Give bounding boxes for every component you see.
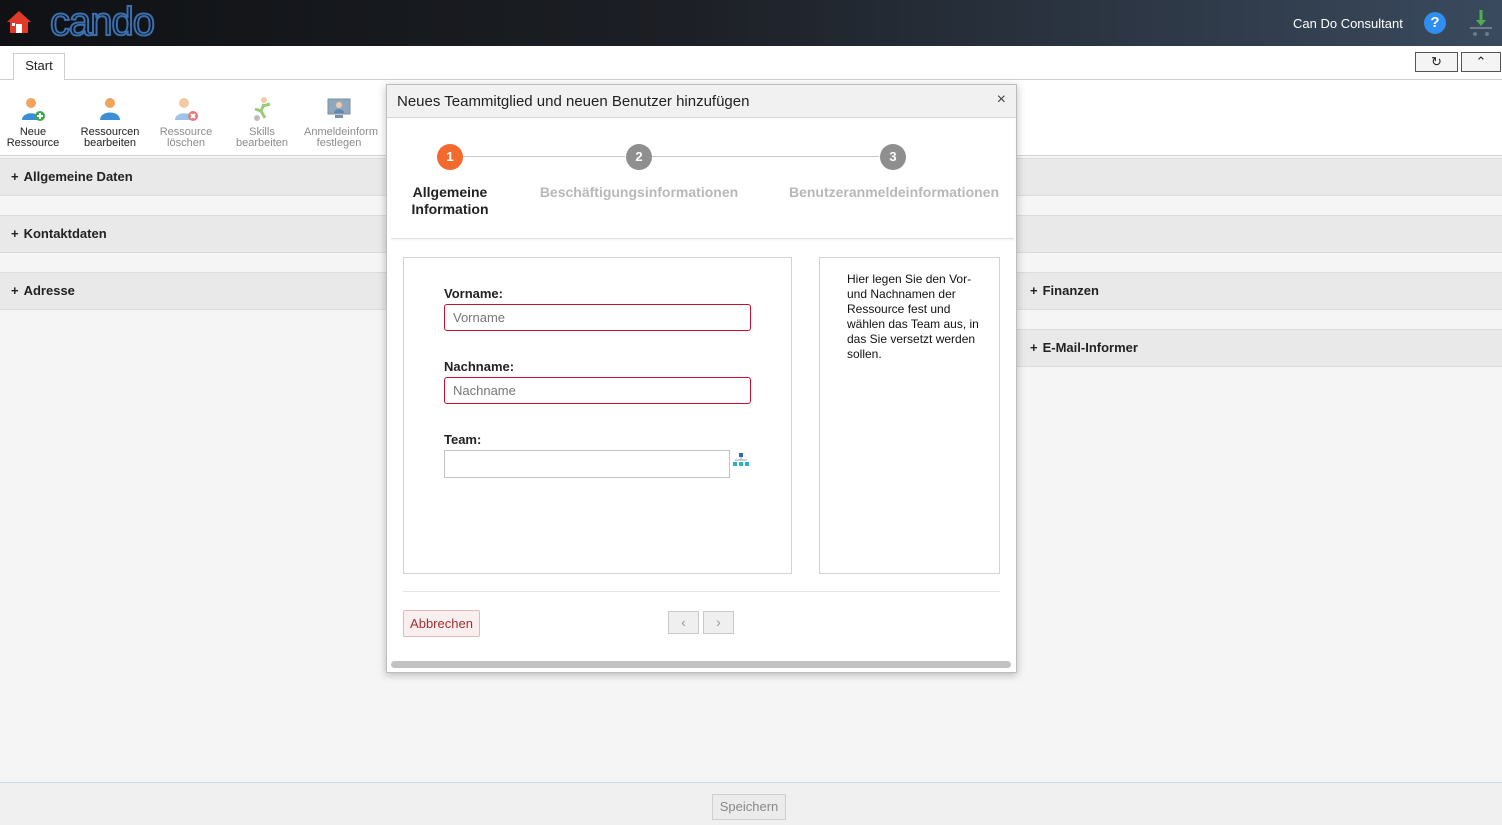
wizard-steps: 1 2 3 Allgemeine Information Beschäftigu… <box>391 119 1014 239</box>
section-right-blank-1 <box>1017 158 1502 196</box>
step-1-label-line2: Information <box>411 201 489 217</box>
ribbon-label-line2: festlegen <box>316 137 362 149</box>
section-title: Kontaktdaten <box>23 226 107 241</box>
section-title: Adresse <box>23 283 75 298</box>
edit-user-icon <box>100 98 120 120</box>
user-name[interactable]: Can Do Consultant <box>1293 16 1403 31</box>
ribbon-label-line2: löschen <box>167 137 205 149</box>
expand-icon: + <box>11 169 19 184</box>
expand-icon: + <box>1030 283 1038 298</box>
cando-logo: cando <box>49 0 200 44</box>
team-label: Team: <box>444 432 482 447</box>
home-icon[interactable] <box>6 9 32 35</box>
edit-resources-button[interactable]: Ressourcen bearbeiten <box>75 96 145 149</box>
section-adresse[interactable]: + Adresse <box>0 272 386 310</box>
ribbon-label-line2: Ressource <box>6 137 60 149</box>
section-title: E-Mail-Informer <box>1042 340 1138 355</box>
ribbon-label-line2: bearbeiten <box>236 137 288 149</box>
next-step-button[interactable]: › <box>703 611 734 634</box>
step-2-marker[interactable]: 2 <box>626 144 652 170</box>
section-finanzen[interactable]: + Finanzen <box>1017 272 1502 310</box>
section-kontaktdaten[interactable]: + Kontaktdaten <box>0 215 386 253</box>
tab-strip: Start ↻ ⌃ <box>0 46 1502 81</box>
collapse-ribbon-button[interactable]: ⌃ <box>1461 52 1501 72</box>
step-3-marker[interactable]: 3 <box>880 144 906 170</box>
step-3-label[interactable]: Benutzeranmeldeinformationen <box>779 184 1009 201</box>
step-connector <box>463 156 625 157</box>
download-cart-icon[interactable] <box>1468 8 1494 38</box>
expand-icon: + <box>11 226 19 241</box>
close-icon[interactable]: × <box>997 91 1006 109</box>
expand-icon: + <box>11 283 19 298</box>
step-1-label[interactable]: Allgemeine Information <box>403 184 497 218</box>
team-input[interactable] <box>444 450 730 478</box>
general-info-form: Vorname: Nachname: Team: <box>403 257 792 574</box>
tab-start[interactable]: Start <box>13 53 65 81</box>
step-1-label-line1: Allgemeine <box>412 184 488 200</box>
last-name-label: Nachname: <box>444 359 515 374</box>
section-email-informer[interactable]: + E-Mail-Informer <box>1017 329 1502 367</box>
section-title: Allgemeine Daten <box>23 169 133 184</box>
org-chart-icon[interactable] <box>733 453 749 469</box>
divider <box>403 591 1000 592</box>
first-name-label: Vorname: <box>444 286 503 301</box>
help-panel: Hier legen Sie den Vor- und Nachnamen de… <box>819 257 1000 574</box>
edit-skills-button[interactable]: Skills bearbeiten <box>227 96 297 149</box>
horizontal-scrollbar[interactable] <box>391 661 1011 668</box>
help-icon[interactable]: ? <box>1424 12 1446 34</box>
delete-resource-button[interactable]: Ressource löschen <box>151 96 221 149</box>
new-resource-button[interactable]: Neue Ressource <box>0 96 68 149</box>
cancel-button[interactable]: Abbrechen <box>403 610 480 637</box>
footer-bar: Speichern <box>0 782 1502 825</box>
add-team-member-dialog: Neues Teammitglied und neuen Benutzer hi… <box>386 84 1017 673</box>
delete-user-icon <box>175 98 198 121</box>
dialog-header: Neues Teammitglied und neuen Benutzer hi… <box>387 85 1016 118</box>
logo-text: cando <box>49 0 156 44</box>
section-allgemeine-daten[interactable]: + Allgemeine Daten <box>0 158 386 196</box>
first-name-input[interactable] <box>444 304 751 331</box>
refresh-button[interactable]: ↻ <box>1415 52 1458 72</box>
dialog-title: Neues Teammitglied und neuen Benutzer hi… <box>397 93 750 110</box>
previous-step-button[interactable]: ‹ <box>668 611 699 634</box>
last-name-input[interactable] <box>444 377 751 404</box>
section-title: Finanzen <box>1042 283 1099 298</box>
step-1-marker[interactable]: 1 <box>437 144 463 170</box>
section-right-blank-2 <box>1017 215 1502 253</box>
step-connector <box>652 156 879 157</box>
step-2-label[interactable]: Beschäftigungsinformationen <box>529 184 749 201</box>
expand-icon: + <box>1030 340 1038 355</box>
skills-icon <box>254 97 271 121</box>
save-button[interactable]: Speichern <box>712 794 786 820</box>
ribbon-label-line2: bearbeiten <box>84 137 136 149</box>
top-bar: cando Can Do Consultant ? <box>0 0 1502 46</box>
add-user-icon <box>22 98 45 121</box>
help-text: Hier legen Sie den Vor- und Nachnamen de… <box>847 272 979 361</box>
login-monitor-icon <box>327 98 351 118</box>
set-login-info-button[interactable]: Anmeldeinform festlegen <box>304 96 378 149</box>
